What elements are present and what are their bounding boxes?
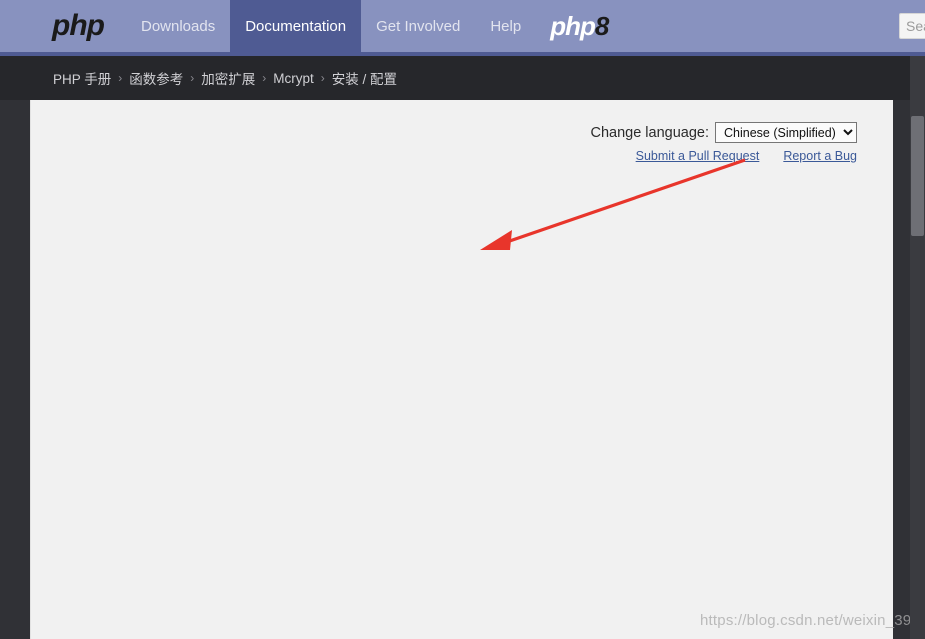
page-root: php Downloads Documentation Get Involved… [0, 0, 925, 639]
php-logo[interactable]: php [0, 0, 126, 52]
breadcrumb-item-php-manual[interactable]: PHP 手册 [53, 68, 111, 88]
language-select[interactable]: Chinese (Simplified) [715, 122, 857, 143]
content-inner: Change language: Chinese (Simplified) Su… [31, 100, 893, 639]
change-language-row: Change language: Chinese (Simplified) [58, 122, 860, 143]
change-language-label: Change language: [590, 124, 709, 141]
breadcrumb: PHP 手册 › 函数参考 › 加密扩展 › Mcrypt › 安装 / 配置 [0, 56, 925, 100]
contribution-links-row: Submit a Pull Request Report a Bug [58, 149, 860, 163]
php8-logo-text: php [550, 10, 596, 41]
content-sheet: Change language: Chinese (Simplified) Su… [30, 100, 893, 639]
vertical-scrollbar-track[interactable] [910, 56, 925, 639]
breadcrumb-separator-icon: › [190, 71, 195, 85]
top-navigation-bar: php Downloads Documentation Get Involved… [0, 0, 925, 52]
breadcrumb-separator-icon: › [262, 71, 267, 85]
submit-pull-request-link[interactable]: Submit a Pull Request [636, 149, 760, 163]
nav-item-documentation[interactable]: Documentation [230, 0, 362, 52]
breadcrumb-item-install-config[interactable]: 安装 / 配置 [332, 68, 397, 88]
search-input[interactable]: Search [899, 13, 925, 39]
breadcrumb-separator-icon: › [118, 71, 123, 85]
php8-logo-eight: 8 [594, 10, 610, 41]
breadcrumb-item-cryptography-extensions[interactable]: 加密扩展 [201, 68, 255, 88]
breadcrumb-separator-icon: › [320, 71, 325, 85]
breadcrumb-item-function-reference[interactable]: 函数参考 [129, 68, 183, 88]
report-bug-link[interactable]: Report a Bug [783, 149, 857, 163]
nav-item-help[interactable]: Help [475, 0, 536, 52]
breadcrumb-item-mcrypt[interactable]: Mcrypt [273, 71, 314, 86]
nav-item-downloads[interactable]: Downloads [126, 0, 230, 52]
vertical-scrollbar-thumb[interactable] [911, 116, 924, 236]
nav-item-get-involved[interactable]: Get Involved [361, 0, 475, 52]
php8-logo[interactable]: php 8 [536, 0, 622, 52]
